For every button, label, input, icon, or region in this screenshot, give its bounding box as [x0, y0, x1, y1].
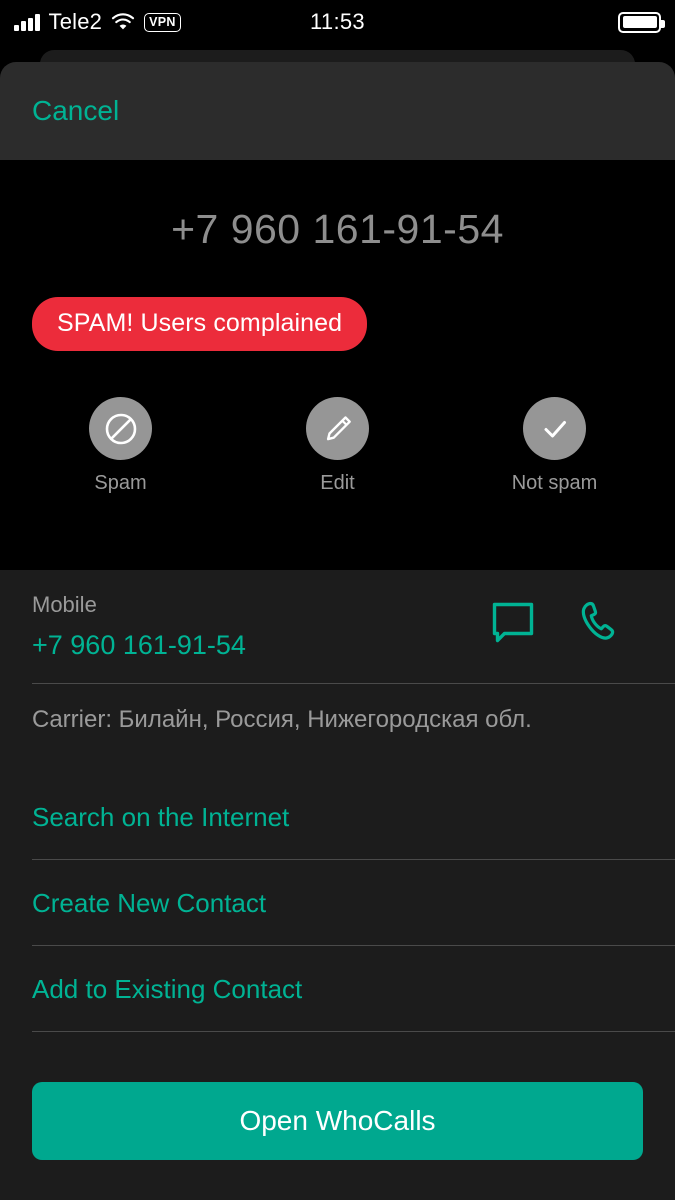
sheet-header: Cancel [0, 62, 675, 160]
status-bar: Tele2 VPN 11:53 [0, 0, 675, 44]
status-badge-spam: SPAM! Users complained [32, 297, 368, 351]
page-title-phone-number: +7 960 161-91-54 [171, 206, 504, 252]
check-icon [523, 397, 586, 460]
action-buttons-row: Spam Edit Not spam [0, 397, 675, 495]
phone-screen: Tele2 VPN 11:53 Cancel +7 960 161-91-54 … [0, 0, 675, 1200]
status-bar-clock: 11:53 [310, 9, 365, 34]
hero-section: +7 960 161-91-54 SPAM! Users complained … [0, 160, 675, 570]
not-spam-button[interactable]: Not spam [446, 397, 663, 495]
battery-full-icon [618, 11, 665, 33]
cta-container: Open WhoCalls [0, 1082, 675, 1200]
spam-button-label: Spam [94, 472, 147, 494]
search-internet-link[interactable]: Search on the Internet [0, 774, 675, 859]
phone-number-link[interactable]: +7 960 161-91-54 [32, 630, 246, 661]
cancel-button[interactable]: Cancel [32, 95, 119, 127]
edit-button[interactable]: Edit [229, 397, 446, 495]
pencil-icon [306, 397, 369, 460]
spam-button[interactable]: Spam [12, 397, 229, 495]
carrier-info-text: Carrier: Билайн, Россия, Нижегородская о… [32, 706, 532, 733]
caller-info-sheet: Cancel +7 960 161-91-54 SPAM! Users comp… [0, 62, 675, 1200]
add-to-existing-contact-link[interactable]: Add to Existing Contact [0, 946, 675, 1031]
details-panel: Mobile +7 960 161-91-54 Carrier: Билайн,… [0, 570, 675, 1200]
message-bubble-icon[interactable] [491, 602, 535, 644]
phone-handset-icon[interactable] [577, 600, 621, 646]
phone-detail-row: Mobile +7 960 161-91-54 [0, 570, 675, 661]
phone-type-label: Mobile [32, 592, 97, 617]
edit-button-label: Edit [320, 472, 355, 494]
phone-info: Mobile +7 960 161-91-54 [32, 592, 491, 661]
block-icon [89, 397, 152, 460]
not-spam-button-label: Not spam [511, 472, 598, 494]
phone-action-icons [491, 592, 643, 646]
status-bar-right [618, 11, 665, 33]
create-new-contact-link[interactable]: Create New Contact [0, 860, 675, 945]
open-whocalls-button[interactable]: Open WhoCalls [32, 1082, 643, 1160]
divider [32, 1031, 675, 1032]
